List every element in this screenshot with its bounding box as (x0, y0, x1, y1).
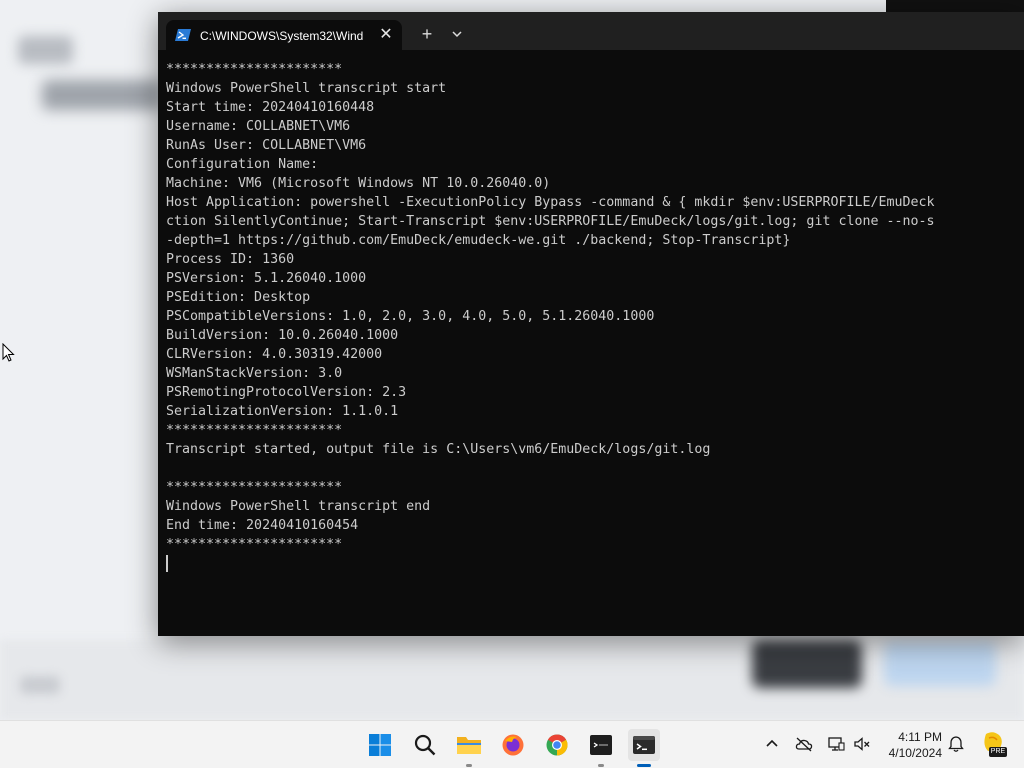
console-line: Username: COLLABNET\VM6 (166, 119, 351, 134)
copilot-button[interactable]: PRE (980, 731, 1007, 759)
clock-date: 4/10/2024 (888, 746, 942, 760)
text-cursor (166, 555, 168, 572)
console-line: PSRemotingProtocolVersion: 2.3 (166, 385, 407, 400)
clock-time: 4:11 PM (898, 730, 942, 744)
chevron-up-icon[interactable] (763, 735, 781, 753)
background-blur-element (18, 36, 73, 64)
console-line: Start time: 20240410160448 (166, 100, 375, 115)
console-line: ********************** (166, 423, 343, 438)
console-line: Process ID: 1360 (166, 252, 295, 267)
console-line: ********************** (166, 537, 343, 552)
console-line: Host Application: powershell -ExecutionP… (166, 195, 935, 210)
onedrive-offline-icon[interactable] (795, 735, 813, 753)
console-line: Configuration Name: (166, 157, 319, 172)
console-line: ********************** (166, 62, 343, 77)
chrome-icon (546, 734, 568, 756)
notification-bell-icon[interactable] (947, 735, 965, 753)
background-footer-panel (0, 640, 1024, 720)
taskbar-clock[interactable]: 4:11 PM 4/10/2024 (880, 729, 942, 763)
console-line: Transcript started, output file is C:\Us… (166, 442, 711, 457)
console-line: End time: 20240410160454 (166, 518, 359, 533)
console-line: CLRVersion: 4.0.30319.42000 (166, 347, 383, 362)
chevron-down-icon[interactable] (448, 26, 466, 42)
console-output[interactable]: ********************** Windows PowerShel… (166, 60, 1024, 630)
mouse-pointer-icon (2, 343, 15, 362)
console-line: Windows PowerShell transcript end (166, 499, 431, 514)
background-dark-button (752, 640, 862, 688)
terminal-tab-bar: C:\WINDOWS\System32\Wind ✕ + (158, 12, 1024, 50)
console-line: ction SilentlyContinue; Start-Transcript… (166, 214, 935, 229)
tab-title: C:\WINDOWS\System32\Wind (200, 29, 364, 43)
firefox-icon (502, 734, 524, 756)
console-line: PSVersion: 5.1.26040.1000 (166, 271, 367, 286)
folder-icon (457, 737, 481, 754)
console-line: -depth=1 https://github.com/EmuDeck/emud… (166, 233, 791, 248)
close-tab-icon[interactable]: ✕ (378, 26, 394, 44)
running-indicator (598, 764, 604, 767)
console-line: WSManStackVersion: 3.0 (166, 366, 343, 381)
console-line: Machine: VM6 (Microsoft Windows NT 10.0.… (166, 176, 551, 191)
terminal-window[interactable]: C:\WINDOWS\System32\Wind ✕ + ***********… (158, 12, 1024, 636)
console-line: Windows PowerShell transcript start (166, 81, 447, 96)
chrome-button[interactable] (541, 729, 573, 761)
terminal-app-icon (590, 735, 612, 755)
background-blur-element (20, 676, 60, 694)
copilot-pre-badge: PRE (989, 747, 1007, 757)
search-icon (414, 734, 436, 756)
windows-terminal-icon (633, 736, 655, 754)
file-explorer-button[interactable] (453, 729, 485, 767)
firefox-button[interactable] (497, 729, 529, 761)
windows-terminal-button[interactable] (628, 729, 660, 767)
console-line: ********************** (166, 480, 343, 495)
network-icon[interactable] (827, 735, 845, 753)
background-blur-title (42, 80, 162, 110)
console-line: BuildVersion: 10.0.26040.1000 (166, 328, 399, 343)
new-tab-button[interactable]: + (416, 24, 438, 44)
background-corner-strip (886, 0, 1024, 12)
taskbar: 4:11 PM 4/10/2024 PRE (0, 720, 1024, 768)
background-blue-button (884, 642, 996, 686)
console-line: PSEdition: Desktop (166, 290, 311, 305)
volume-muted-icon[interactable] (853, 735, 871, 753)
windows-logo-icon (369, 734, 391, 756)
active-indicator (637, 764, 651, 767)
search-button[interactable] (409, 729, 441, 761)
powershell-icon (175, 29, 191, 41)
console-line: SerializationVersion: 1.1.0.1 (166, 404, 399, 419)
running-indicator (466, 764, 472, 767)
emudeck-terminal-button[interactable] (585, 729, 617, 767)
console-line: RunAs User: COLLABNET\VM6 (166, 138, 367, 153)
start-button[interactable] (364, 729, 396, 761)
console-line: PSCompatibleVersions: 1.0, 2.0, 3.0, 4.0… (166, 309, 655, 324)
terminal-tab[interactable]: C:\WINDOWS\System32\Wind ✕ (166, 20, 402, 50)
